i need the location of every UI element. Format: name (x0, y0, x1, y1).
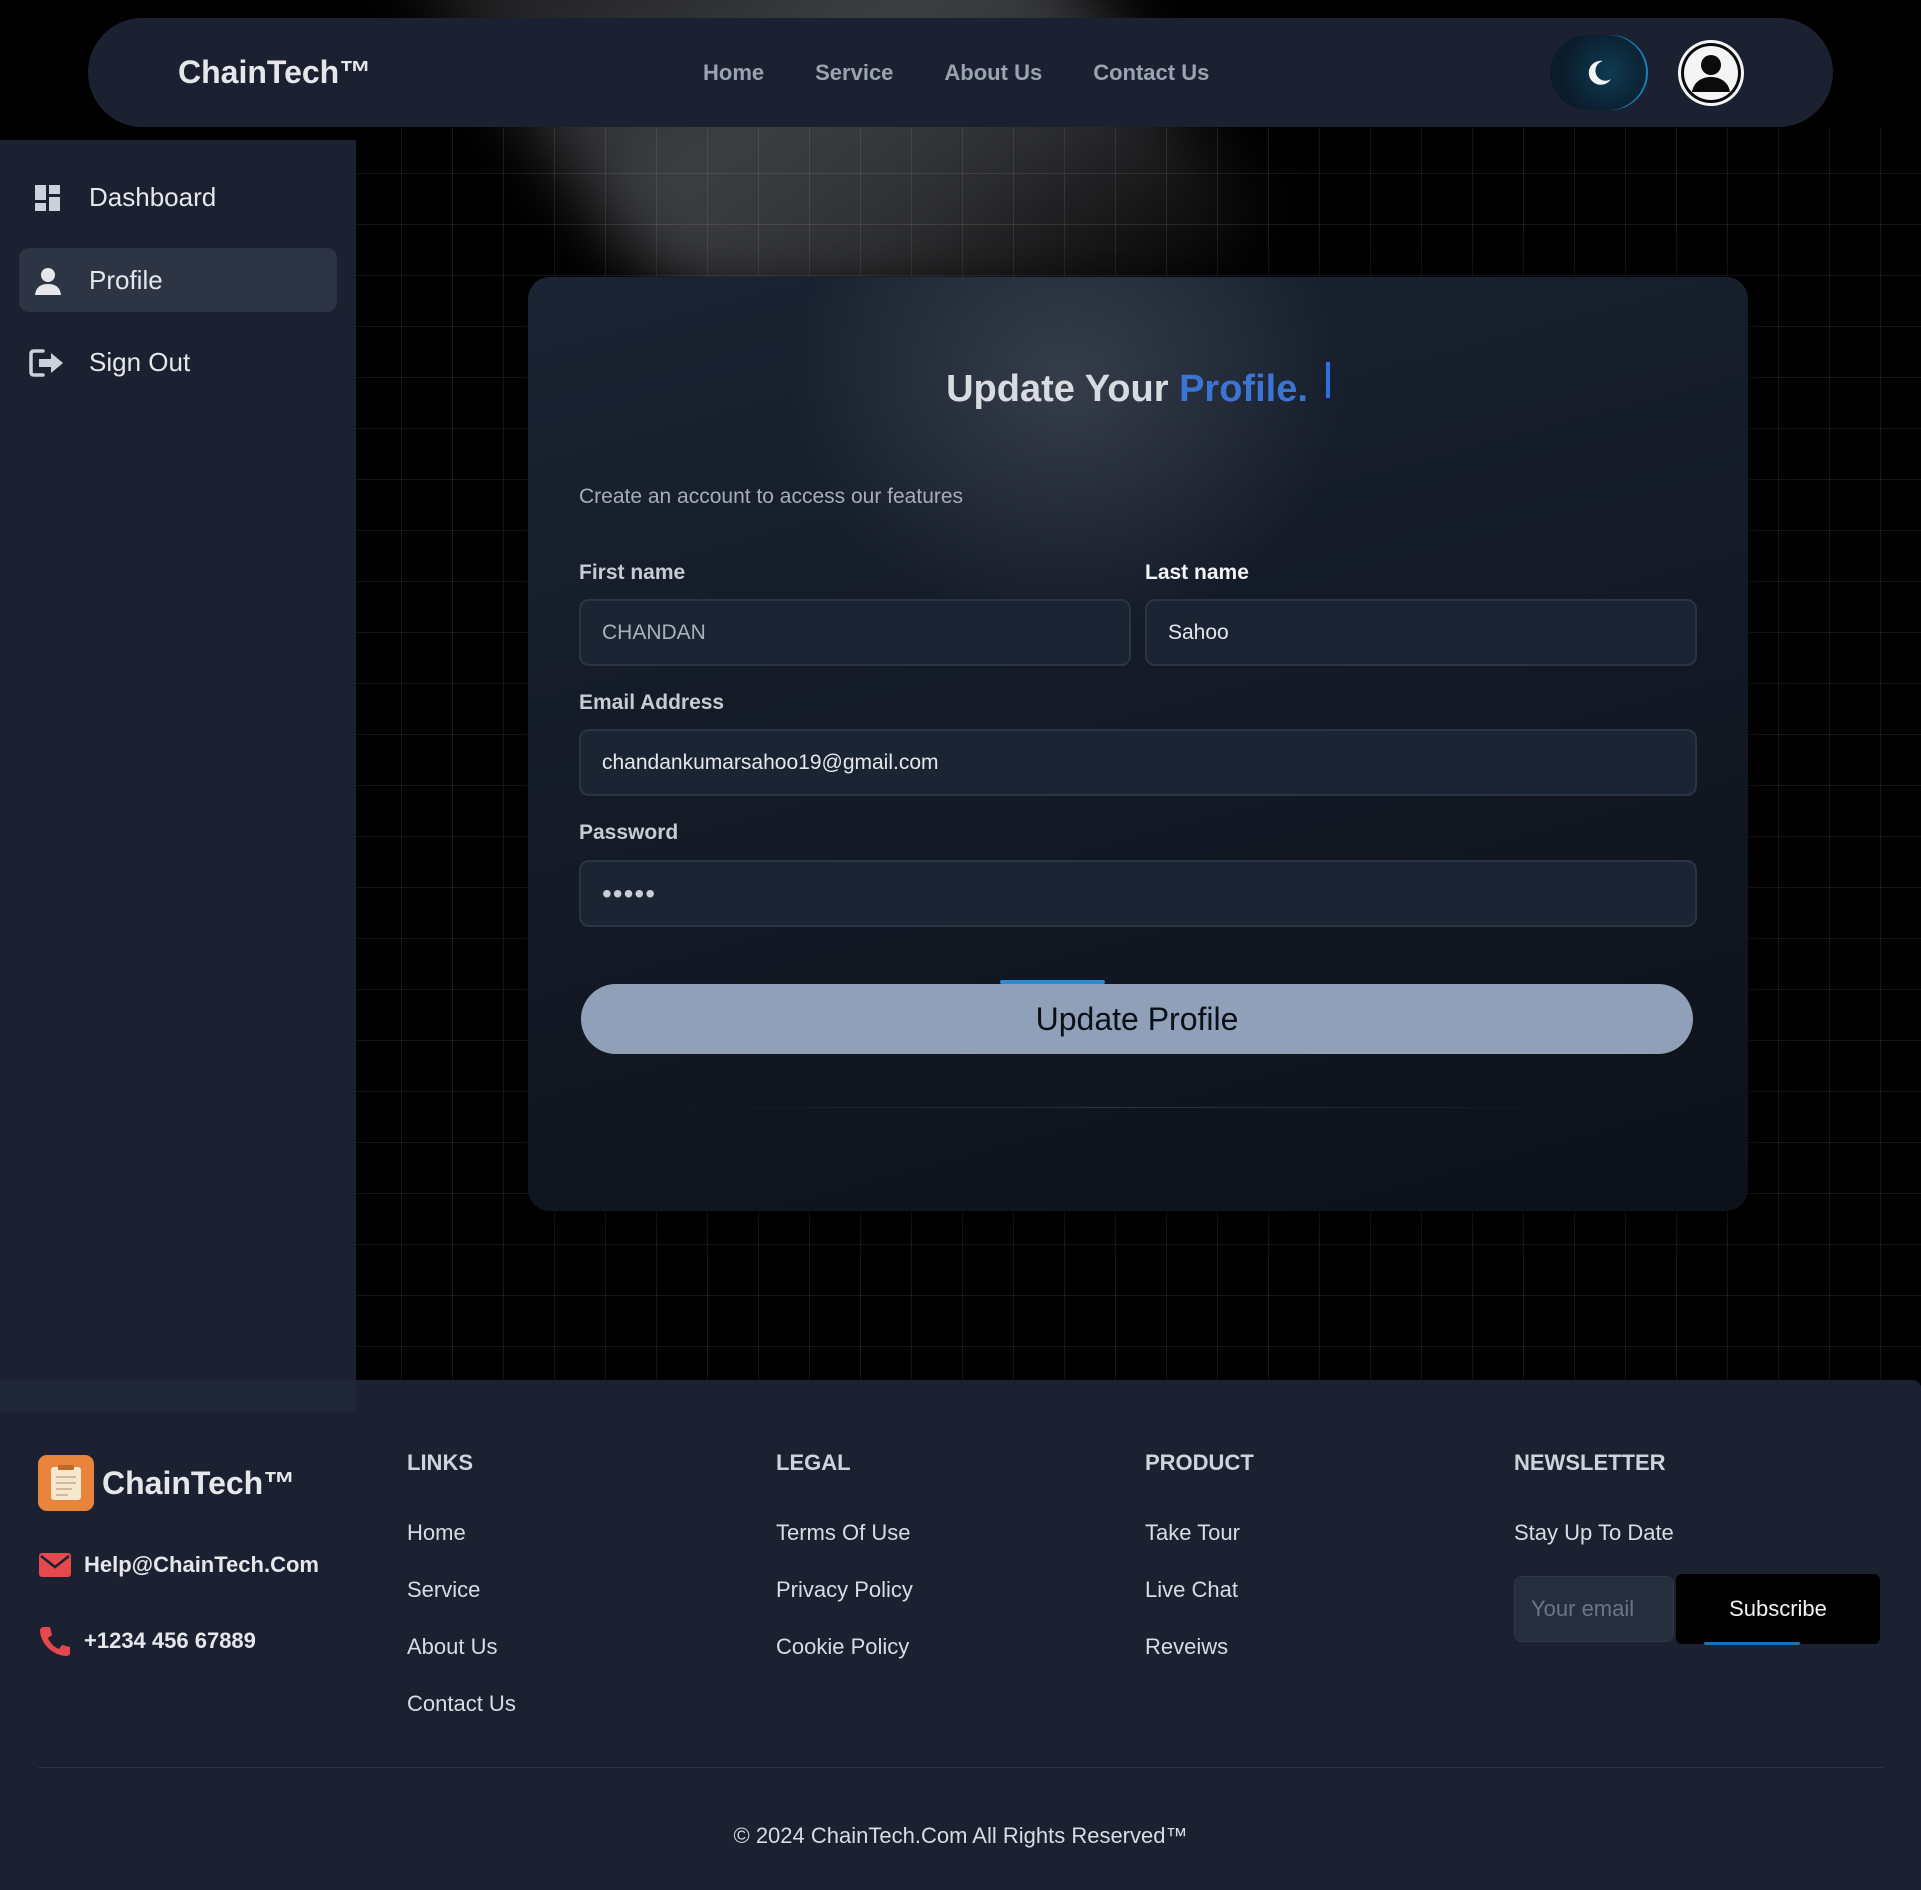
newsletter-text: Stay Up To Date (1514, 1520, 1674, 1545)
brand-logo-text[interactable]: ChainTech™ (178, 54, 371, 91)
footer-email[interactable]: Help@ChainTech.Com (38, 1550, 319, 1580)
page-title: Update Your Profile. (528, 362, 1748, 411)
sidebar-item-label: Profile (89, 264, 163, 295)
first-name-input[interactable]: CHANDAN (579, 599, 1131, 666)
footer-link-privacy[interactable]: Privacy Policy (776, 1577, 913, 1634)
page: ChainTech™ Home Service About Us Contact… (0, 0, 1921, 1890)
user-avatar-icon (1681, 43, 1741, 103)
user-icon (35, 268, 61, 295)
notepad-logo-icon (38, 1455, 94, 1511)
update-profile-button[interactable]: Update Profile (581, 984, 1693, 1054)
subscribe-button[interactable]: Subscribe (1676, 1574, 1880, 1644)
footer-col-heading: LEGAL (776, 1450, 851, 1475)
footer-link-contact-us[interactable]: Contact Us (407, 1691, 516, 1748)
nav-link-about-us[interactable]: About Us (944, 60, 1042, 86)
footer-link-live-chat[interactable]: Live Chat (1145, 1577, 1254, 1634)
nav-link-contact-us[interactable]: Contact Us (1093, 60, 1209, 86)
sidebar-item-dashboard[interactable]: Dashboard (19, 165, 337, 229)
phone-icon (38, 1626, 74, 1656)
user-avatar-button[interactable] (1678, 40, 1744, 106)
subscribe-glint (1704, 1642, 1800, 1645)
last-name-label: Last name (1145, 561, 1249, 584)
footer-brand[interactable]: ChainTech™ (102, 1465, 295, 1502)
copyright-text: © 2024 ChainTech.Com All Rights Reserved… (733, 1823, 1188, 1848)
footer-link-home[interactable]: Home (407, 1520, 516, 1577)
sign-out-icon (29, 349, 63, 377)
sidebar: Dashboard Profile Sign Out (0, 140, 356, 1412)
email-label: Email Address (579, 691, 725, 714)
footer: ChainTech™ Help@ChainTech.Com +1234 456 … (0, 1380, 1921, 1890)
footer-col-heading: LINKS (407, 1450, 473, 1475)
footer-link-cookie[interactable]: Cookie Policy (776, 1634, 913, 1691)
email-input[interactable]: chandankumarsahoo19@gmail.com (579, 729, 1697, 796)
top-navbar: ChainTech™ Home Service About Us Contact… (88, 18, 1833, 127)
footer-link-reviews[interactable]: Reveiws (1145, 1634, 1254, 1691)
first-name-label: First name (579, 561, 686, 584)
footer-col-newsletter: NEWSLETTER Stay Up To Date (1514, 1450, 1674, 1577)
dashboard-icon (35, 185, 60, 211)
last-name-input[interactable]: Sahoo (1145, 599, 1697, 666)
mail-icon (38, 1550, 74, 1580)
footer-col-legal: LEGAL Terms Of Use Privacy Policy Cookie… (776, 1450, 913, 1691)
footer-link-about-us[interactable]: About Us (407, 1634, 516, 1691)
card-divider (678, 1107, 1598, 1108)
nav-link-home[interactable]: Home (703, 60, 764, 86)
nav-link-service[interactable]: Service (815, 60, 893, 86)
typing-cursor (1325, 362, 1330, 398)
newsletter-email-input[interactable]: Your email (1514, 1576, 1674, 1642)
moon-icon (1588, 60, 1611, 85)
footer-col-links: LINKS Home Service About Us Contact Us (407, 1450, 516, 1748)
footer-divider (38, 1767, 1883, 1768)
footer-link-service[interactable]: Service (407, 1577, 516, 1634)
update-profile-card: Update Your Profile. Create an account t… (528, 277, 1748, 1211)
title-prefix: Update Your (946, 368, 1169, 410)
sidebar-item-label: Dashboard (89, 181, 217, 212)
nav-links: Home Service About Us Contact Us (703, 60, 1260, 86)
title-accent: Profile. (1179, 368, 1308, 410)
sidebar-tail (0, 1380, 356, 1412)
theme-toggle-button[interactable] (1550, 35, 1648, 110)
footer-col-product: PRODUCT Take Tour Live Chat Reveiws (1145, 1450, 1254, 1691)
footer-email-text: Help@ChainTech.Com (84, 1552, 319, 1577)
footer-link-terms[interactable]: Terms Of Use (776, 1520, 913, 1577)
sidebar-item-label: Sign Out (89, 346, 191, 377)
card-glow (788, 277, 1348, 637)
sidebar-item-profile[interactable]: Profile (19, 248, 337, 312)
footer-link-take-tour[interactable]: Take Tour (1145, 1520, 1254, 1577)
form-subtitle: Create an account to access our features (579, 485, 964, 508)
footer-col-heading: PRODUCT (1145, 1450, 1254, 1475)
footer-phone-text: +1234 456 67889 (84, 1628, 256, 1653)
sidebar-item-sign-out[interactable]: Sign Out (19, 330, 337, 394)
password-label: Password (579, 821, 679, 844)
password-input[interactable]: ••••• (579, 860, 1697, 927)
footer-phone[interactable]: +1234 456 67889 (38, 1626, 256, 1656)
footer-col-heading: NEWSLETTER (1514, 1450, 1666, 1475)
